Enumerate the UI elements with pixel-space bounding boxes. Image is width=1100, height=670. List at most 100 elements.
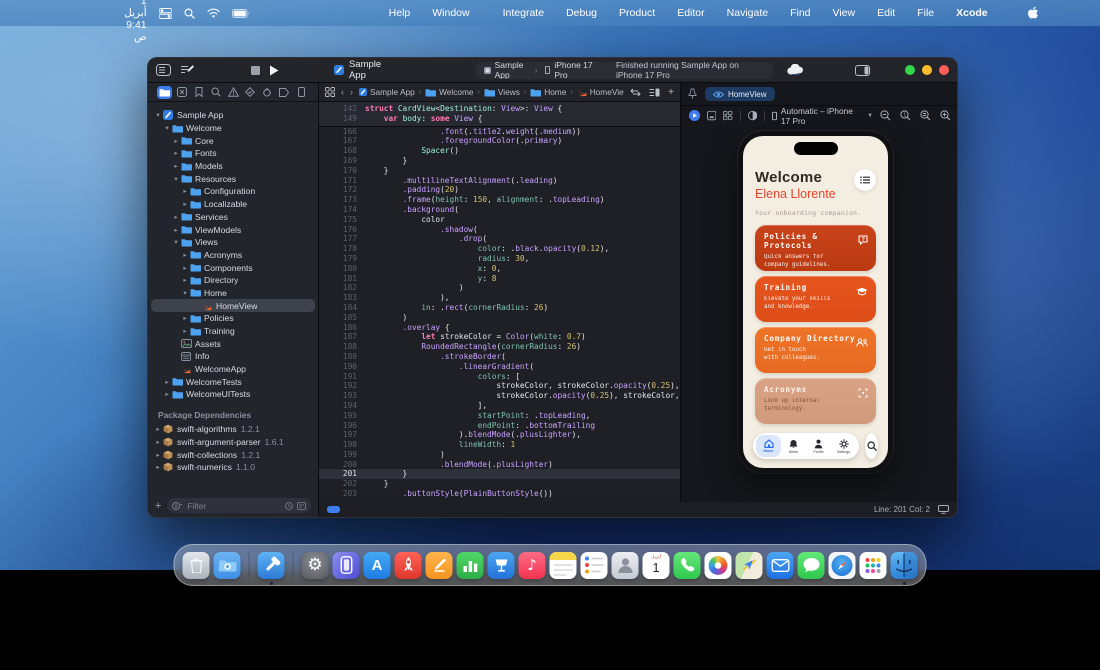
code-line-172[interactable]: 172 .padding(20) [319, 185, 680, 195]
chevron-open-icon[interactable]: ▾ [181, 289, 189, 297]
code-line-176[interactable]: 176 .shadow( [319, 225, 680, 235]
crumb-views[interactable]: Views [484, 87, 520, 97]
crumb-sample-app[interactable]: Sample App [359, 87, 415, 97]
dock-keynote-icon[interactable] [487, 551, 515, 579]
pin-icon[interactable] [688, 88, 697, 100]
search-button[interactable] [865, 433, 878, 459]
zoom-in-icon[interactable] [940, 110, 951, 121]
apple-menu-icon[interactable] [1016, 6, 1050, 20]
dock-reminders-icon[interactable] [580, 551, 608, 579]
code-line-184[interactable]: 184 in: .rect(cornerRadius: 26) [319, 303, 680, 313]
chevron-closed-icon[interactable]: ▸ [181, 327, 189, 335]
code-line-196[interactable]: 196 endPoint: .bottomTrailing [319, 421, 680, 431]
tree-item-configuration[interactable]: ▸ Configuration [148, 185, 318, 198]
inspector-toggle-icon[interactable] [855, 64, 870, 76]
chevron-open-icon[interactable]: ▾ [172, 175, 180, 183]
tree-item-policies[interactable]: ▸ Policies [148, 312, 318, 325]
code-line-181[interactable]: 181 y: 8 [319, 274, 680, 284]
navigator-tab-bookmarks[interactable] [191, 86, 206, 99]
scheme-app-segment[interactable]: Sample App › [476, 62, 546, 79]
tree-item-directory[interactable]: ▸ Directory [148, 274, 318, 287]
tab-profile[interactable]: Profile [806, 435, 831, 457]
run-button[interactable] [269, 65, 279, 76]
navigator-tab-find[interactable] [208, 86, 223, 99]
package-item-swift-numerics[interactable]: ▸ swift-numerics 1.1.0 [148, 461, 318, 474]
cloud-status-icon[interactable] [787, 64, 804, 76]
chevron-closed-icon[interactable]: ▸ [172, 213, 180, 221]
dock-maps-icon[interactable] [735, 551, 763, 579]
tree-item-localizable[interactable]: ▸ Localizable [148, 198, 318, 211]
chevron-closed-icon[interactable]: ▸ [154, 451, 162, 459]
code-line-177[interactable]: 177 .drop( [319, 234, 680, 244]
code-line-149[interactable]: 149 var body: some View { [319, 114, 680, 124]
code-line-202[interactable]: 202 } [319, 479, 680, 489]
code-line-171[interactable]: 171 .multilineTextAlignment(.leading) [319, 176, 680, 186]
code-line-203[interactable]: 203 .buttonStyle(PlainButtonStyle()) [319, 489, 680, 499]
menu-navigate[interactable]: Navigate [716, 7, 779, 19]
tree-item-welcome[interactable]: ▾ Welcome [148, 122, 318, 135]
code-line-189[interactable]: 189 .strokeBorder( [319, 352, 680, 362]
chevron-closed-icon[interactable]: ▸ [181, 200, 189, 208]
code-line-180[interactable]: 180 x: 0, [319, 264, 680, 274]
tree-item-homeview[interactable]: HomeView [151, 299, 315, 312]
code-line-142[interactable]: 142 struct CardView<Destination: View>: V… [319, 104, 680, 114]
menu-integrate[interactable]: Integrate [492, 7, 555, 19]
editor-status-indicator[interactable] [327, 506, 340, 513]
dock-calendar-icon[interactable]: أبريل 1 [642, 551, 670, 579]
go-forward-icon[interactable]: › [350, 87, 353, 97]
tree-item-core[interactable]: ▸ Core [148, 134, 318, 147]
menu-product[interactable]: Product [608, 7, 666, 19]
related-items-icon[interactable] [325, 87, 335, 97]
chevron-closed-icon[interactable]: ▸ [154, 438, 162, 446]
add-editor-icon[interactable]: + [668, 87, 674, 98]
chevron-closed-icon[interactable]: ▸ [154, 425, 162, 433]
search-icon[interactable] [184, 7, 195, 19]
code-line-183[interactable]: 183 ), [319, 293, 680, 303]
minimize-window-button[interactable] [922, 65, 932, 75]
zoom-window-button[interactable] [905, 65, 915, 75]
tree-item-acronyms[interactable]: ▸ Acronyms [148, 249, 318, 262]
preview-tab[interactable]: HomeView [705, 87, 775, 101]
code-line-191[interactable]: 191 colors: [ [319, 372, 680, 382]
tab-alerts[interactable]: Alerts [781, 435, 806, 457]
wifi-icon[interactable] [207, 8, 220, 18]
menu-help[interactable]: Help [378, 7, 422, 19]
package-item-swift-collections[interactable]: ▸ swift-collections 1.2.1 [148, 448, 318, 461]
chevron-closed-icon[interactable]: ▸ [163, 378, 171, 386]
code-line-188[interactable]: 188 RoundedRectangle(cornerRadius: 26) [319, 342, 680, 352]
code-line-187[interactable]: 187 let strokeColor = Color(white: 0.7) [319, 332, 680, 342]
tree-item-resources[interactable]: ▾ Resources [148, 172, 318, 185]
dock-apps-icon[interactable] [859, 551, 887, 579]
dock-mail-icon[interactable] [766, 551, 794, 579]
color-scheme-icon[interactable] [747, 110, 758, 121]
zoom-100-icon[interactable]: 1 [900, 110, 911, 121]
zoom-out-icon[interactable] [880, 110, 891, 121]
navigator-tab-project[interactable] [157, 85, 172, 99]
tree-item-welcomeapp[interactable]: WelcomeApp [148, 363, 318, 376]
chevron-closed-icon[interactable]: ▸ [172, 226, 180, 234]
card-policies-protocols[interactable]: Policies & Protocols Quick answers for co… [755, 225, 876, 271]
code-line-168[interactable]: 168 Spacer() [319, 146, 680, 156]
control-center-icon[interactable] [158, 7, 172, 19]
navigator-tab-tests[interactable] [243, 86, 258, 99]
crumb-homeview[interactable]: HomeView [577, 87, 624, 97]
variants-icon[interactable] [723, 110, 733, 121]
chevron-closed-icon[interactable]: ▸ [163, 390, 171, 398]
tab-settings[interactable]: Settings [831, 435, 856, 457]
crumb-welcome[interactable]: Welcome [425, 87, 474, 97]
code-line-174[interactable]: 174 .background( [319, 205, 680, 215]
code-line-185[interactable]: 185 ) [319, 313, 680, 323]
menu-editor[interactable]: Editor [666, 7, 715, 19]
chevron-closed-icon[interactable]: ▸ [172, 137, 180, 145]
code-line-182[interactable]: 182 ) [319, 283, 680, 293]
menu-window[interactable]: Window [421, 7, 480, 19]
chevron-closed-icon[interactable]: ▸ [181, 264, 189, 272]
code-line-179[interactable]: 179 radius: 30, [319, 254, 680, 264]
code-line-194[interactable]: 194 ], [319, 401, 680, 411]
code-line-195[interactable]: 195 startPoint: .topLeading, [319, 411, 680, 421]
dock-numbers-icon[interactable] [456, 551, 484, 579]
window-tab[interactable]: Sample App [334, 59, 392, 81]
code-line-193[interactable]: 193 strokeColor.opacity(0.25), strokeCol… [319, 391, 680, 401]
dock-app-store-icon[interactable]: A [363, 551, 391, 579]
tree-item-views[interactable]: ▾ Views [148, 236, 318, 249]
